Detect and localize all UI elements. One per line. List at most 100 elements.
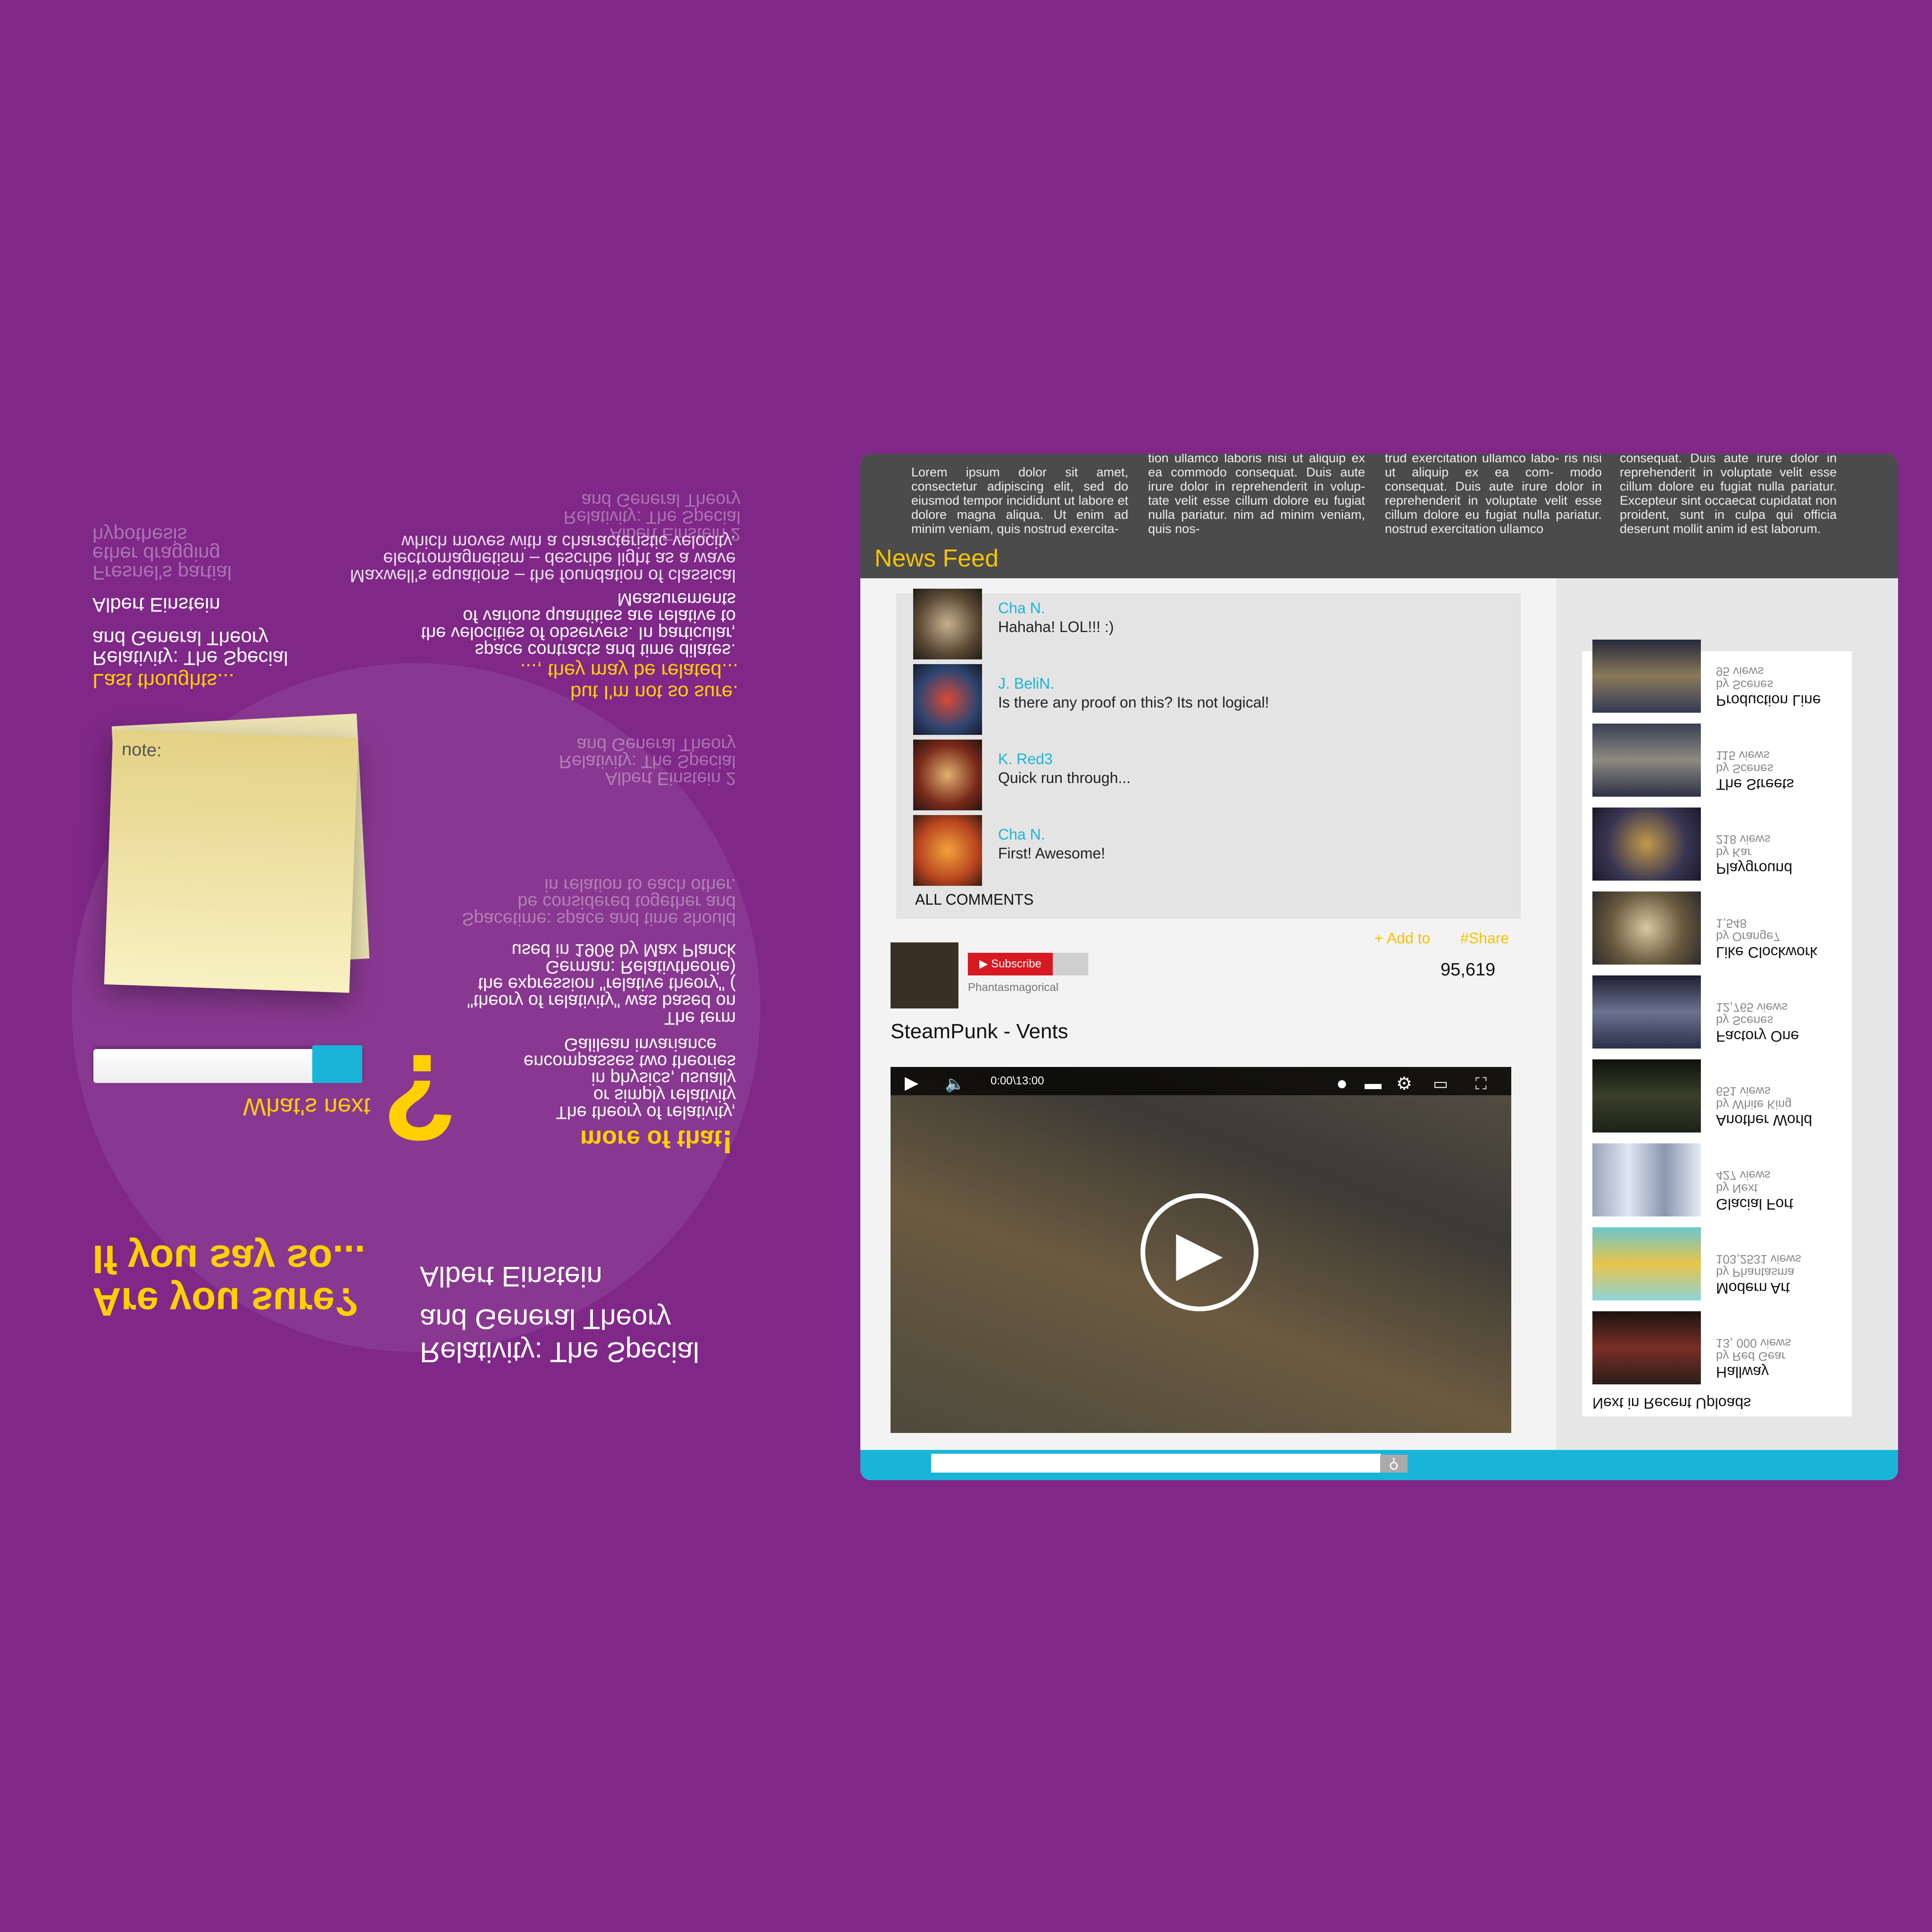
more-of-that-text: more of that [580,1125,722,1152]
poster-search-button[interactable] [312,1045,362,1083]
faded-line: Relativity: The Special [558,751,736,771]
para4-line: the velocities of observers. In particul… [421,623,736,643]
upload-item[interactable]: Glacial Fort by Next 427 views [1592,1141,1847,1216]
upload-author: by Kar [1716,846,1752,860]
upload-title[interactable]: Factory One [1716,1027,1799,1045]
news-feed-column: trud exercitation ullamco labo- ris nisi… [1385,454,1602,536]
comment-author[interactable]: J. BeliN. [998,675,1054,692]
upload-item[interactable]: Production Line by Scenes 95 views [1592,637,1847,713]
view-count: 95,619 [1441,960,1496,980]
record-icon[interactable]: ● [1336,1073,1348,1094]
para4-line: Measurements [617,589,736,609]
upload-views: 218 views [1716,833,1771,847]
faded-line: Albert Einstein 2 [605,768,736,788]
book-author: Albert Einstein [420,1261,602,1292]
upload-thumbnail[interactable] [1592,891,1701,965]
fullscreen-icon[interactable]: ⛶ [1475,1075,1487,1093]
paragraph-spacetime: Spacetime: space and time should be cons… [415,875,736,929]
lt-line: and General Theory [92,627,268,650]
paragraph-term: The term "theory of relativity" was base… [425,940,736,1028]
paragraph-relativity: The theory of relativity, or simply rela… [476,1051,736,1122]
site-search-input[interactable] [931,1454,1381,1473]
upload-thumbnail[interactable] [1592,1227,1701,1300]
faded-line: and General Theory [581,490,741,510]
upload-title[interactable]: Like Clockwork [1716,943,1817,961]
settings-icon[interactable]: ⚙ [1396,1073,1412,1094]
upload-title[interactable]: Production Line [1716,691,1821,709]
faded-book-block: Albert Einstein 2 Relativity: The Specia… [472,734,736,788]
avatar[interactable] [913,740,982,810]
comment-item: First! Awesome! Cha N. [913,815,1517,886]
play-icon[interactable]: ▶ [1141,1193,1258,1311]
upload-author: by Orange7 [1716,930,1780,944]
channel-avatar[interactable] [891,942,958,1008]
comment-author[interactable]: Cha N. [998,826,1045,843]
upload-thumbnail[interactable] [1592,1059,1701,1133]
para2-line: The term [664,1008,736,1028]
video-player[interactable]: ▶ ▶ 🔈 0:00\13:00 ● ▬ ⚙ ▭ ⛶ [891,1067,1511,1433]
upload-item[interactable]: The Streets by Scenes 115 views [1592,721,1847,797]
avatar[interactable] [913,815,982,886]
upload-author: by Red Gear [1716,1349,1786,1364]
comment-author[interactable]: Cha N. [998,600,1045,617]
add-to-button[interactable]: + Add to [1374,930,1430,947]
upload-item[interactable]: Like Clockwork by Orange7 1,548 [1592,889,1847,965]
lt-faded-line: ether dragging [92,543,220,565]
search-icon[interactable]: ⚲ [1380,1455,1407,1473]
maybe-related-block: but I'm not so sure. ..., they may be re… [425,660,738,704]
note-label: note: [121,739,162,761]
galilean-invariance: Galilean invariance [564,1034,717,1054]
subscribe-button[interactable]: ▶ Subscribe [968,953,1053,975]
comment-author[interactable]: K. Red3 [998,750,1053,768]
comments-panel: ALL COMMENTS First! Awesome! Cha N. Quic… [896,589,1521,919]
comment-item: Hahaha! LOL!!! :) Cha N. [913,589,1517,659]
upload-thumbnail[interactable] [1592,1311,1701,1384]
video-controls: ▶ 🔈 0:00\13:00 ● ▬ ⚙ ▭ ⛶ [891,1067,1511,1095]
upload-author: by White King [1716,1098,1792,1112]
upload-item[interactable]: Modern Art by Phantasma 103,2531 views [1592,1225,1847,1300]
upload-thumbnail[interactable] [1592,808,1701,881]
para3-line: Spacetime: space and time should [462,909,736,929]
upload-item[interactable]: Factory One by Scenes 12,765 views [1592,973,1847,1049]
paragraph-measurements: space contracts and time dilates. the ve… [368,589,736,660]
upload-item[interactable]: Another World by White King 651 views [1592,1057,1847,1133]
upload-title[interactable]: Another World [1716,1111,1812,1129]
video-title: SteamPunk - Vents [891,1020,1068,1043]
avatar[interactable] [913,664,982,735]
upload-title[interactable]: Hallway [1716,1363,1769,1381]
last-thoughts-faded: Fresnel's partial ether dragging hypothe… [92,524,232,584]
upload-views: 427 views [1716,1168,1771,1183]
not-so-sure: but I'm not so sure. [570,682,738,704]
upload-title[interactable]: Glacial Fort [1716,1195,1793,1213]
last-thoughts-book: Relativity: The Special and General Theo… [92,627,288,669]
mirrored-stage: Are you sure? If you say so... Relativit… [0,0,1932,1932]
captions-icon[interactable]: ▬ [1365,1074,1382,1093]
para2-line: German: Relativtheorie) [545,957,736,977]
book-title-line-2: and General Theory [420,1303,671,1335]
upload-author: by Scenes [1716,762,1774,776]
upload-item[interactable]: Playground by Kar 218 views [1592,805,1847,881]
channel-name[interactable]: Phantasmagorical [968,981,1058,994]
upload-thumbnail[interactable] [1592,1143,1701,1216]
upload-thumbnail[interactable] [1592,975,1701,1049]
comment-text: Quick run through... [998,769,1131,786]
upload-title[interactable]: The Streets [1716,775,1794,793]
more-of-that-label: more of that! [580,1123,733,1161]
upload-title[interactable]: Modern Art [1716,1279,1790,1297]
subscribe-control[interactable]: ▶ Subscribe [968,953,1088,975]
upload-thumbnail[interactable] [1592,640,1701,713]
poster-search-field[interactable] [93,1045,362,1083]
upload-author: by Phantasma [1716,1266,1795,1280]
upload-title[interactable]: Playground [1716,859,1792,877]
upload-thumbnail[interactable] [1592,724,1701,797]
para1-line: in physics, usually [591,1068,736,1088]
headline-1: Are you sure? [92,1280,359,1324]
avatar[interactable] [913,589,982,659]
upload-item[interactable]: Hallway by Red Gear 13, 000 views [1592,1309,1847,1384]
news-feed-column: laboris nisi ut aliquip ex ea commodo co… [1620,454,1837,536]
share-button[interactable]: #Share [1460,930,1509,947]
play-icon[interactable]: ▶ [905,1072,918,1093]
para2-line: "theory of relativity" was based on [467,991,736,1011]
theater-icon[interactable]: ▭ [1433,1074,1448,1093]
volume-icon[interactable]: 🔈 [945,1074,965,1093]
